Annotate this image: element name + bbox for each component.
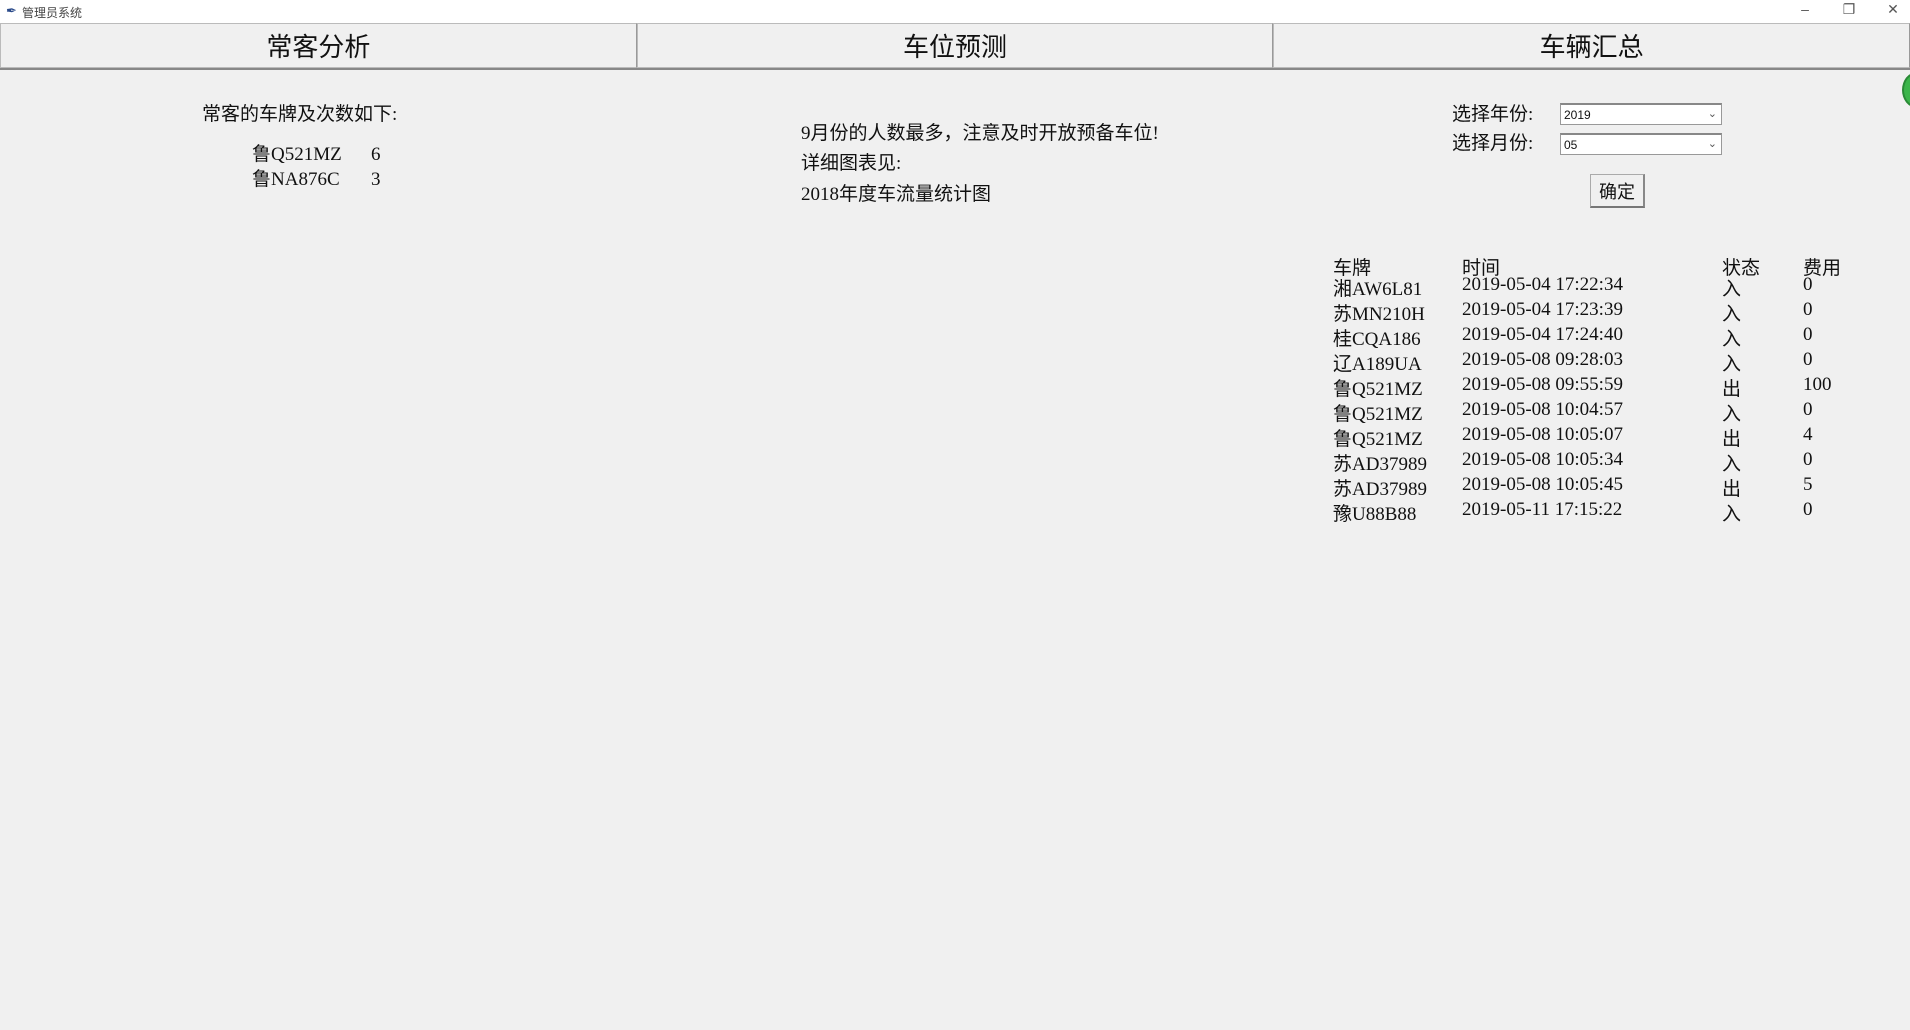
plate-cell: 苏AD37989 (1333, 454, 1427, 475)
fee-cell: 0 (1803, 449, 1813, 470)
fee-cell: 0 (1803, 499, 1813, 520)
status-cell: 入 (1722, 404, 1742, 425)
status-cell: 入 (1722, 504, 1742, 525)
tab-space-prediction[interactable]: 车位预测 (636, 23, 1274, 68)
year-select[interactable]: 2019 ⌄ (1560, 103, 1722, 125)
plate-cell: 鲁Q521MZ (1333, 404, 1423, 425)
feather-icon: ✒ (6, 3, 17, 18)
window-title: 管理员系统 (22, 6, 83, 20)
fee-cell: 4 (1803, 424, 1813, 445)
time-cell: 2019-05-08 10:05:07 (1462, 424, 1623, 445)
fee-cell: 0 (1803, 349, 1813, 370)
status-cell: 入 (1722, 454, 1742, 475)
plate-cell: 湘AW6L81 (1333, 279, 1423, 300)
plate-cell: 鲁Q521MZ (1333, 379, 1423, 400)
frequent-plate: 鲁Q521MZ (252, 144, 342, 165)
status-cell: 出 (1722, 429, 1742, 450)
month-value: 05 (1564, 138, 1578, 152)
time-cell: 2019-05-04 17:22:34 (1462, 274, 1623, 295)
fee-cell: 5 (1803, 474, 1813, 495)
floating-assistant-icon[interactable] (1902, 72, 1910, 108)
frequent-plate: 鲁NA876C (252, 169, 340, 190)
tab-vehicle-summary[interactable]: 车辆汇总 (1273, 23, 1910, 68)
year-label: 选择年份: (1452, 104, 1534, 125)
plate-cell: 辽A189UA (1333, 354, 1422, 375)
confirm-button[interactable]: 确定 (1590, 174, 1645, 208)
time-cell: 2019-05-11 17:15:22 (1462, 499, 1623, 520)
frequent-count: 6 (371, 144, 381, 165)
frequent-count: 3 (371, 169, 381, 190)
time-cell: 2019-05-08 10:04:57 (1462, 399, 1623, 420)
prediction-message: 9月份的人数最多，注意及时开放预备车位! (801, 123, 1159, 144)
chevron-down-icon: ⌄ (1707, 108, 1717, 120)
time-cell: 2019-05-08 10:05:45 (1462, 474, 1623, 495)
status-cell: 入 (1722, 329, 1742, 350)
fee-cell: 0 (1803, 274, 1813, 295)
plate-cell: 苏MN210H (1333, 304, 1425, 325)
plate-cell: 鲁Q521MZ (1333, 429, 1423, 450)
restore-button[interactable]: ❐ (1834, 1, 1864, 18)
close-button[interactable]: ✕ (1878, 1, 1908, 18)
status-cell: 入 (1722, 304, 1742, 325)
fee-cell: 0 (1803, 299, 1813, 320)
fee-cell: 100 (1803, 374, 1832, 395)
month-label: 选择月份: (1452, 133, 1534, 154)
status-cell: 出 (1722, 379, 1742, 400)
title-bar: ✒ 管理员系统 – ❐ ✕ (0, 0, 1910, 23)
status-cell: 入 (1722, 354, 1742, 375)
time-cell: 2019-05-08 10:05:34 (1462, 449, 1623, 470)
time-cell: 2019-05-08 09:28:03 (1462, 349, 1623, 370)
minimize-button[interactable]: – (1790, 1, 1820, 17)
plate-cell: 桂CQA186 (1333, 329, 1421, 350)
plate-cell: 苏AD37989 (1333, 479, 1427, 500)
time-cell: 2019-05-04 17:24:40 (1462, 324, 1623, 345)
frequent-heading: 常客的车牌及次数如下: (202, 104, 398, 125)
status-cell: 出 (1722, 479, 1742, 500)
year-value: 2019 (1564, 108, 1591, 122)
fee-cell: 0 (1803, 324, 1813, 345)
plate-cell: 豫U88B88 (1333, 504, 1417, 525)
status-cell: 入 (1722, 279, 1742, 300)
traffic-chart-link[interactable]: 2018年度车流量统计图 (801, 184, 991, 206)
fee-cell: 0 (1803, 399, 1813, 420)
tab-bar: 常客分析 车位预测 车辆汇总 (0, 23, 1910, 70)
time-cell: 2019-05-08 09:55:59 (1462, 374, 1623, 395)
chevron-down-icon: ⌄ (1707, 138, 1717, 150)
time-cell: 2019-05-04 17:23:39 (1462, 299, 1623, 320)
month-select[interactable]: 05 ⌄ (1560, 133, 1722, 155)
prediction-detail-label: 详细图表见: (801, 153, 902, 174)
tab-frequent-analysis[interactable]: 常客分析 (0, 23, 637, 68)
